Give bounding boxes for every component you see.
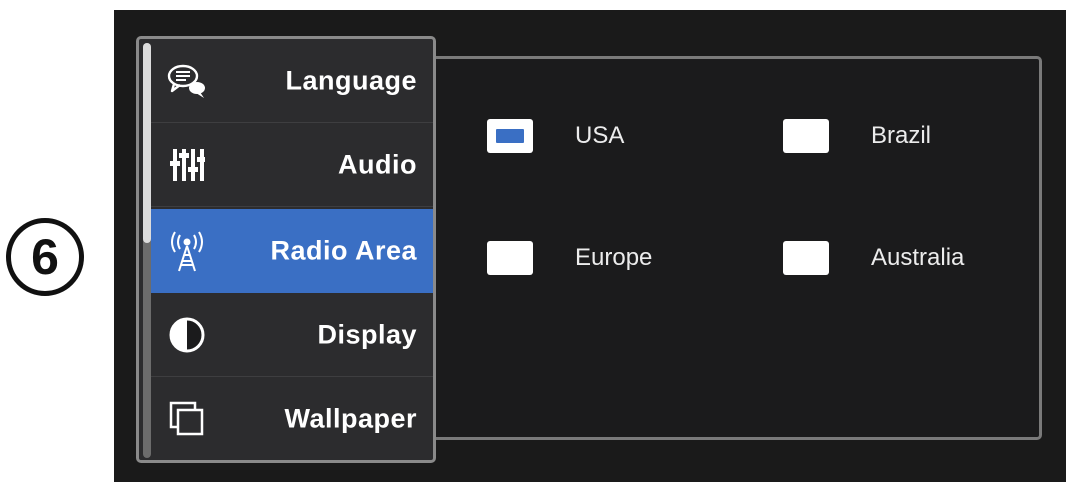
chat-bubbles-icon <box>165 59 209 103</box>
option-brazil[interactable]: Brazil <box>783 119 931 153</box>
menu-item-label: Audio <box>338 149 417 179</box>
stacked-windows-icon <box>165 397 209 441</box>
option-label: USA <box>575 122 625 149</box>
menu-item-audio[interactable]: Audio <box>151 123 433 207</box>
option-label: Australia <box>871 244 965 271</box>
menu-item-display[interactable]: Display <box>151 293 433 377</box>
menu-item-wallpaper[interactable]: Wallpaper <box>151 377 433 460</box>
step-number: 6 <box>31 229 59 285</box>
radio-area-panel: USA Brazil Europe Australia <box>412 56 1042 440</box>
menu-scrollbar[interactable] <box>143 43 151 458</box>
australia-checkbox[interactable] <box>783 241 829 275</box>
option-europe[interactable]: Europe <box>487 241 652 275</box>
option-label: Europe <box>575 244 653 271</box>
equalizer-sliders-icon <box>165 143 209 187</box>
brazil-checkbox[interactable] <box>783 119 829 153</box>
radio-tower-icon <box>165 229 209 273</box>
option-usa[interactable]: USA <box>487 119 624 153</box>
scrollbar-thumb[interactable] <box>143 43 151 243</box>
usa-checkbox[interactable] <box>487 119 533 153</box>
menu-item-label: Wallpaper <box>284 403 417 434</box>
menu-item-label: Language <box>285 65 417 95</box>
checkbox-selected-mark <box>496 129 524 143</box>
option-label: Brazil <box>871 122 932 149</box>
step-number-badge: 6 <box>6 218 84 296</box>
menu-item-language[interactable]: Language <box>151 39 433 123</box>
menu-item-label: Display <box>317 319 417 349</box>
menu-item-radio-area[interactable]: Radio Area <box>151 209 433 293</box>
contrast-circle-icon <box>165 313 209 357</box>
europe-checkbox[interactable] <box>487 241 533 275</box>
menu-item-label: Radio Area <box>270 235 417 266</box>
option-australia[interactable]: Australia <box>783 241 964 275</box>
settings-menu: Language Audio Radio Area Display Wallpa… <box>136 36 436 463</box>
